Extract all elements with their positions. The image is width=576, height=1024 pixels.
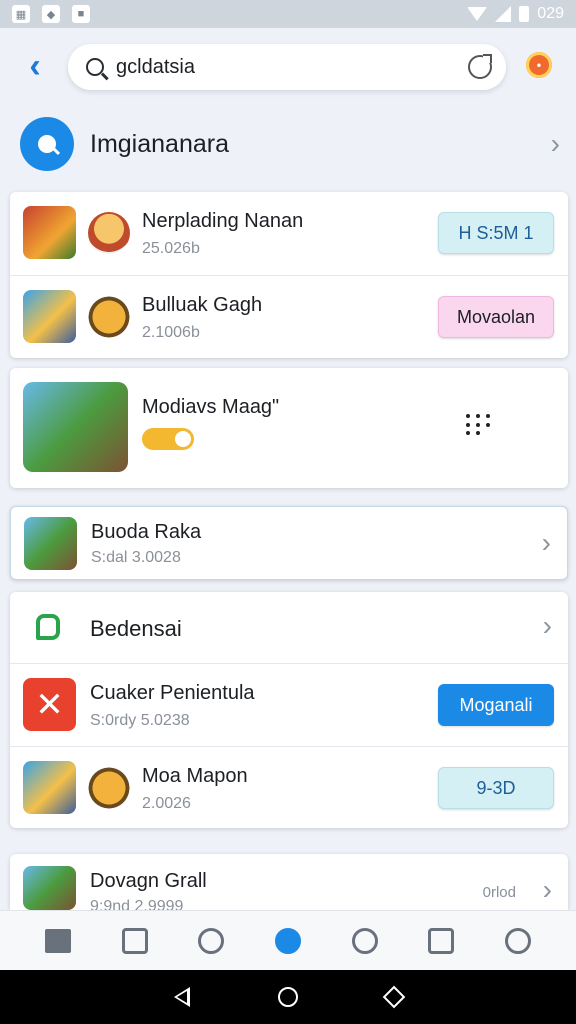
app-row-card[interactable]: Buoda Raka S:dal 3.0028 › [10,506,568,580]
featured-app-title: Modiavs Maag" [142,396,280,418]
gallery-notification-icon: ▦ [12,5,30,23]
character-icon [88,767,130,809]
category-icon [36,614,60,640]
app-icon [24,517,77,570]
list-item[interactable]: Moa Mapon 2.0026 9-3D [10,746,568,828]
app-icon: ✕ [23,678,76,731]
more-options-icon[interactable] [466,414,498,436]
favorites-icon[interactable] [345,921,385,961]
bookmark-notification-icon: ■ [72,5,90,23]
status-right: 029 [467,5,564,23]
app-title: Bulluak Gagh [142,294,263,316]
status-time: 029 [537,5,564,22]
chevron-right-icon: › [541,527,551,558]
app-title: Buoda Raka [91,521,202,543]
calendar-icon[interactable] [115,921,155,961]
search-input[interactable]: gcldatsia [68,44,506,90]
search-query[interactable]: gcldatsia [116,56,468,79]
account-icon[interactable] [498,921,538,961]
search-category-icon [20,117,74,171]
app-list-card: Nerplading Nanan 25.026b H S:5M 1 Bullua… [10,192,568,358]
home-icon[interactable] [38,921,78,961]
app-icon [23,206,76,259]
status-notifications: ▦ ◆ ■ [12,5,90,23]
chevron-right-icon: › [542,874,552,905]
section-title: Imgiananara [90,129,229,158]
app-size: 2.1006b [142,324,200,341]
category-title: Bedensai [90,616,182,641]
profile-icon[interactable] [191,921,231,961]
category-card: Bedensai › ✕ Cuaker Penientula S:0rdy 5.… [10,592,568,828]
app-title: Moa Mapon [142,765,248,787]
featured-app-icon [23,382,128,472]
discover-icon[interactable] [268,921,308,961]
system-navigation [0,970,576,1024]
back-button[interactable]: ‹ [18,46,52,85]
action-button[interactable]: 9-3D [438,767,554,809]
action-button[interactable]: Movaolan [438,296,554,338]
bag-icon[interactable] [421,921,461,961]
app-icon [23,290,76,343]
list-item[interactable]: Bulluak Gagh 2.1006b Movaolan [10,275,568,357]
app-size: S:dal 3.0028 [91,549,181,566]
list-item[interactable]: ✕ Cuaker Penientula S:0rdy 5.0238 Mogana… [10,663,568,745]
action-button[interactable]: H S:5M 1 [438,212,554,254]
home-nav-icon[interactable] [278,987,298,1007]
app-size: S:0rdy 5.0238 [90,712,190,729]
search-icon [86,58,104,76]
app-icon [23,761,76,814]
notification-icon[interactable]: • [526,52,552,78]
app-size: 25.026b [142,240,200,257]
app-meta: 0rlod [482,884,516,901]
signal-icon [495,6,512,22]
app-title: Dovagn Grall [90,870,207,892]
back-nav-icon[interactable] [174,987,190,1007]
status-bar: ▦ ◆ ■ 029 [0,0,576,28]
category-header[interactable]: Bedensai › [10,592,568,662]
chevron-left-icon: ‹ [29,46,41,85]
battery-icon [519,6,530,22]
recents-nav-icon[interactable] [382,985,406,1009]
wifi-icon [467,7,488,21]
app-row-card[interactable]: Dovagn Grall 9:9nd 2.9999 0rlod › [10,854,568,915]
action-button[interactable]: Moganali [438,684,554,726]
app-size: 2.0026 [142,795,191,812]
toggle-switch[interactable] [142,428,194,450]
chevron-right-icon: › [542,610,552,641]
featured-app-card[interactable]: Modiavs Maag" [10,368,568,488]
bottom-navigation [0,910,576,970]
character-icon [88,212,130,254]
app-title: Cuaker Penientula [90,682,255,704]
app-title: Nerplading Nanan [142,210,304,232]
refresh-icon[interactable] [468,54,492,79]
list-item[interactable]: Nerplading Nanan 25.026b H S:5M 1 [10,192,568,274]
toggle-knob [175,431,191,447]
chevron-right-icon: › [550,128,560,159]
upload-notification-icon: ◆ [42,5,60,23]
section-header[interactable]: Imgiananara › [20,116,560,172]
character-icon [88,296,130,338]
app-icon [23,866,76,910]
